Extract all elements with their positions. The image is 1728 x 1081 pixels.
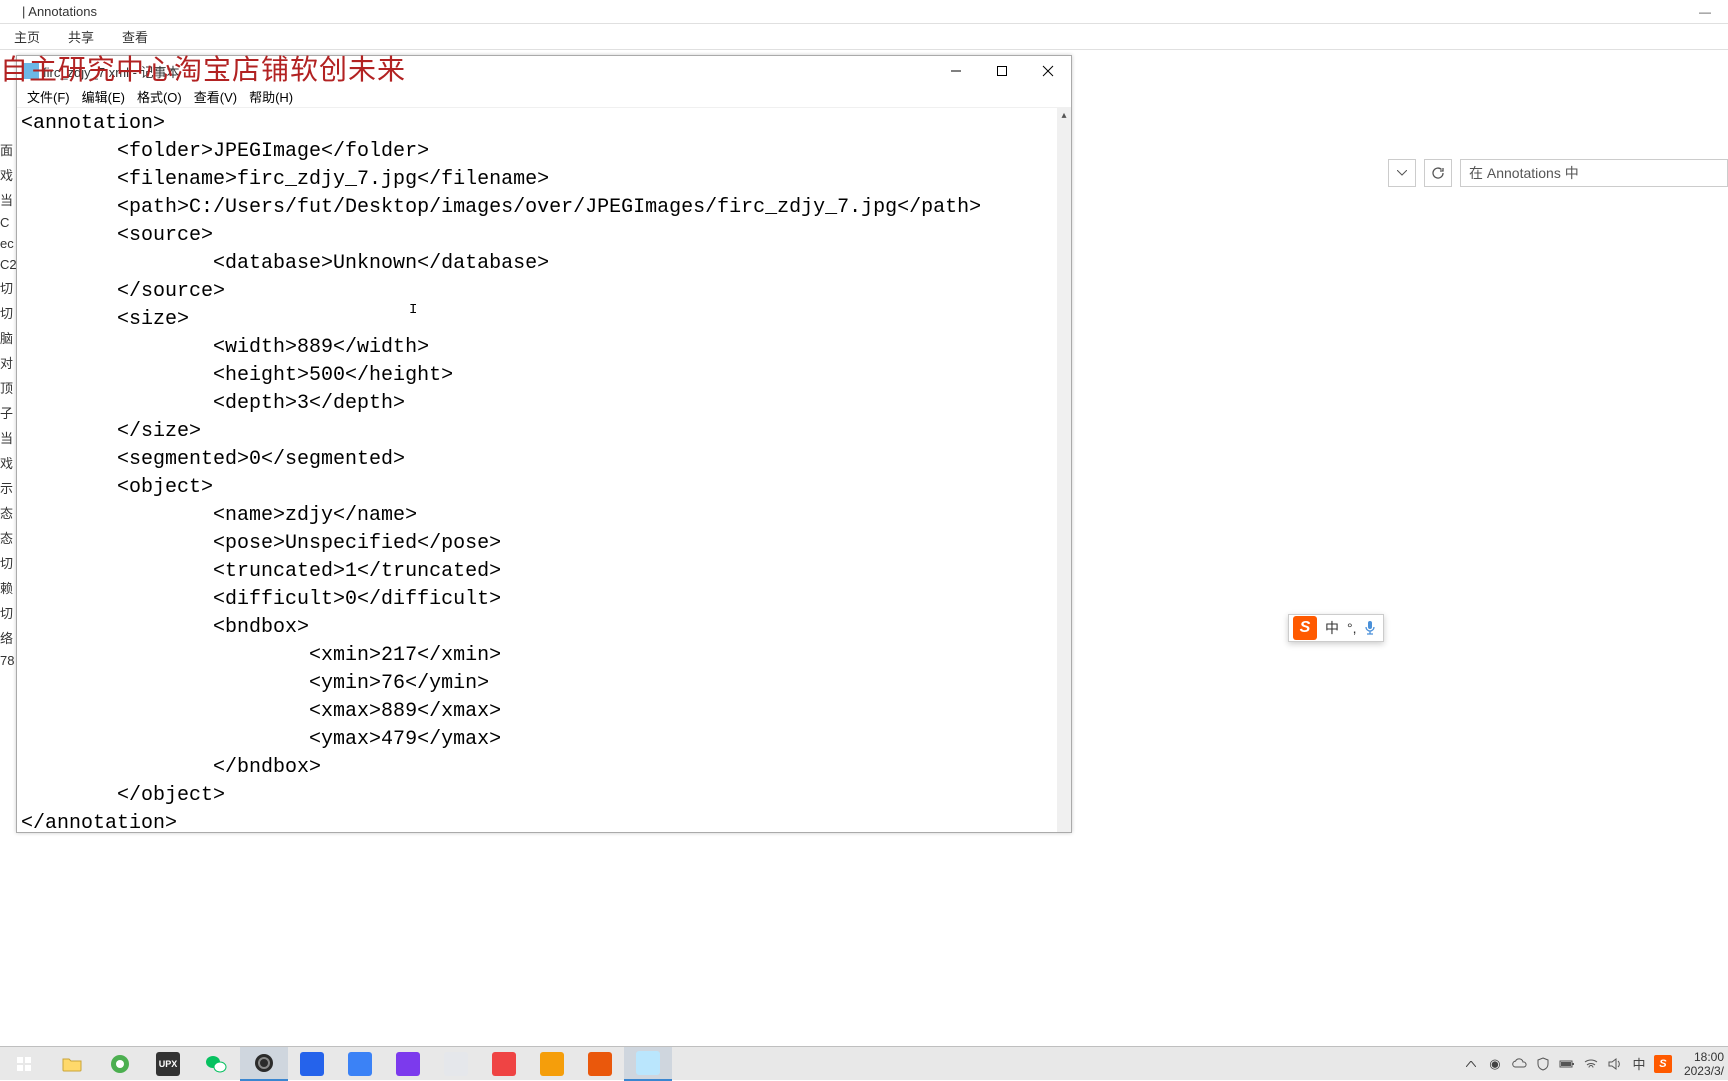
taskbar-item-app-red[interactable]: [480, 1047, 528, 1081]
menu-help[interactable]: 帮助(H): [243, 87, 299, 106]
taskbar-item-explorer[interactable]: [48, 1047, 96, 1081]
watermark-text: 自主研究中心淘宝店铺软创未来: [0, 48, 406, 88]
notepad-scrollbar[interactable]: ▴: [1057, 108, 1071, 832]
ribbon-tab-home[interactable]: 主页: [0, 24, 54, 49]
taskbar-item-app-paper[interactable]: [432, 1047, 480, 1081]
app-purple-icon: [396, 1052, 420, 1076]
wechat-icon: [204, 1052, 228, 1076]
taskbar-item-app-orange[interactable]: [576, 1047, 624, 1081]
ribbon-tab-view[interactable]: 查看: [108, 24, 162, 49]
tray-sogou-icon[interactable]: S: [1654, 1055, 1672, 1073]
explorer-minimize-button[interactable]: —: [1682, 0, 1728, 24]
taskbar-item-upx[interactable]: UPX: [144, 1047, 192, 1081]
menu-edit[interactable]: 编辑(E): [76, 87, 131, 106]
address-dropdown-button[interactable]: [1388, 159, 1416, 187]
app-blue2-icon: [348, 1052, 372, 1076]
menu-format[interactable]: 格式(O): [131, 87, 188, 106]
taskbar-item-app-purple[interactable]: [384, 1047, 432, 1081]
potplayer-icon: [540, 1052, 564, 1076]
scroll-up-icon[interactable]: ▴: [1057, 108, 1071, 122]
app-paper-icon: [444, 1052, 468, 1076]
notepad-text-area[interactable]: <annotation> <folder>JPEGImage</folder> …: [17, 108, 1057, 832]
taskbar-item-app-blue1[interactable]: [288, 1047, 336, 1081]
notepad-minimize-button[interactable]: [933, 56, 979, 86]
taskbar-item-start[interactable]: [0, 1047, 48, 1081]
mic-icon[interactable]: [1361, 619, 1379, 637]
explorer-ribbon-tabs: 主页 共享 查看: [0, 24, 1728, 50]
taskbar-item-potplayer[interactable]: [528, 1047, 576, 1081]
tray-volume-icon[interactable]: [1606, 1055, 1624, 1073]
app-red-icon: [492, 1052, 516, 1076]
tray-battery-icon[interactable]: [1558, 1055, 1576, 1073]
taskbar-item-app-blue2[interactable]: [336, 1047, 384, 1081]
notepad-maximize-button[interactable]: [979, 56, 1025, 86]
explorer-toolbar-right: 在 Annotations 中: [1388, 158, 1728, 188]
sogou-icon: S: [1293, 616, 1317, 640]
taskbar: UPX ◉ 中 S 18:00 2023/3/: [0, 1046, 1728, 1080]
tray-onedrive-icon[interactable]: [1510, 1055, 1528, 1073]
text-caret: I: [409, 302, 417, 318]
app-orange-icon: [588, 1052, 612, 1076]
browser-icon: [108, 1052, 132, 1076]
tray-clock[interactable]: 18:00 2023/3/: [1678, 1050, 1724, 1078]
upx-icon: UPX: [156, 1052, 180, 1076]
tray-wifi-icon[interactable]: [1582, 1055, 1600, 1073]
system-tray: ◉ 中 S 18:00 2023/3/: [1462, 1047, 1728, 1081]
ime-lang[interactable]: 中: [1321, 618, 1343, 638]
start-icon: [12, 1052, 36, 1076]
explorer-titlebar: | Annotations —: [0, 0, 1728, 24]
explorer-icon: [60, 1052, 84, 1076]
ime-indicator[interactable]: S 中 °,: [1288, 614, 1384, 642]
tray-ime-lang[interactable]: 中: [1630, 1055, 1648, 1073]
explorer-search-input[interactable]: 在 Annotations 中: [1460, 159, 1728, 187]
menu-file[interactable]: 文件(F): [21, 87, 76, 106]
obs-icon: [252, 1051, 276, 1075]
tray-up-icon[interactable]: [1462, 1055, 1480, 1073]
notepad-close-button[interactable]: [1025, 56, 1071, 86]
tray-app-icon[interactable]: ◉: [1486, 1055, 1504, 1073]
notepad-menubar: 文件(F) 编辑(E) 格式(O) 查看(V) 帮助(H): [17, 86, 1071, 108]
tray-security-icon[interactable]: [1534, 1055, 1552, 1073]
notepad-window: firc_zdjy_7.xml - 记事本 文件(F) 编辑(E) 格式(O) …: [16, 55, 1072, 833]
ribbon-tab-share[interactable]: 共享: [54, 24, 108, 49]
refresh-button[interactable]: [1424, 159, 1452, 187]
notepad-task-icon: [636, 1051, 660, 1075]
explorer-title: | Annotations: [0, 4, 97, 19]
taskbar-item-obs[interactable]: [240, 1047, 288, 1081]
menu-view[interactable]: 查看(V): [188, 87, 243, 106]
taskbar-item-wechat[interactable]: [192, 1047, 240, 1081]
app-blue1-icon: [300, 1052, 324, 1076]
ime-punct[interactable]: °,: [1343, 620, 1361, 636]
taskbar-item-notepad-task[interactable]: [624, 1047, 672, 1081]
taskbar-item-browser[interactable]: [96, 1047, 144, 1081]
